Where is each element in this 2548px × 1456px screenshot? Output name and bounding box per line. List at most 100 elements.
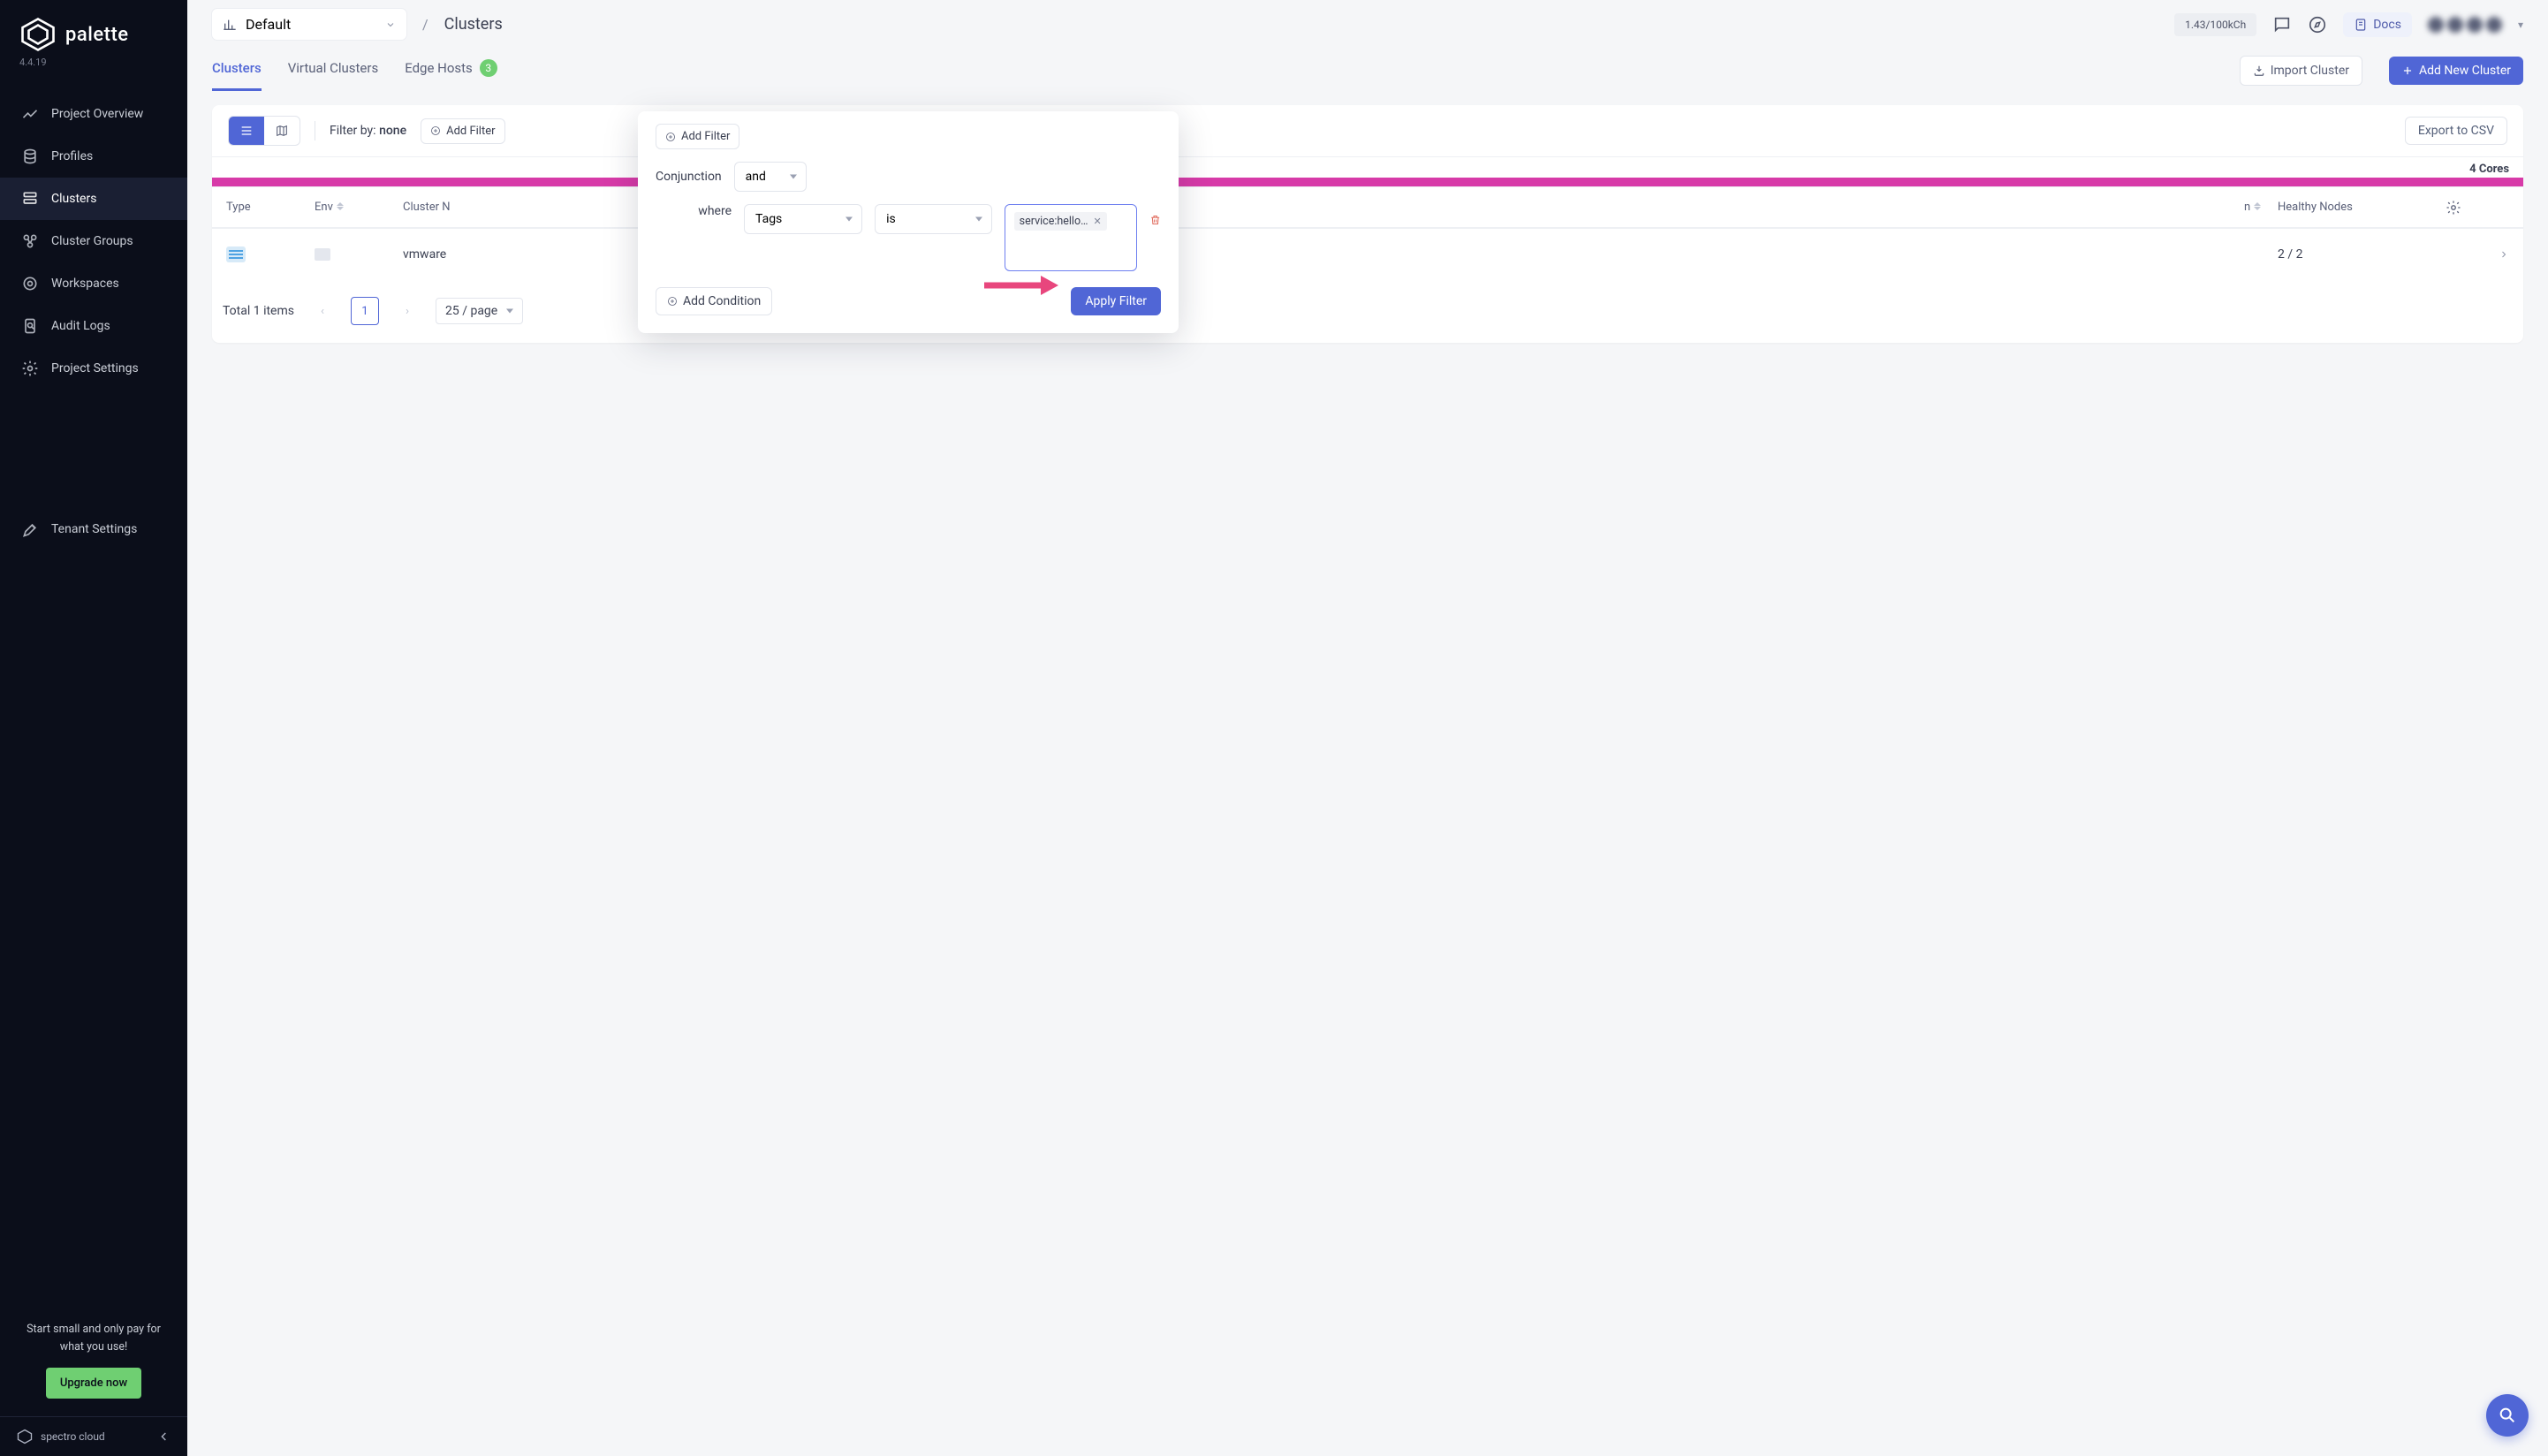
project-name: Default bbox=[246, 16, 291, 33]
tenant-settings-icon bbox=[21, 520, 39, 538]
sidebar-item-label: Project Settings bbox=[51, 361, 139, 375]
tab-clusters[interactable]: Clusters bbox=[212, 60, 262, 91]
add-condition-button[interactable]: Add Condition bbox=[656, 287, 772, 315]
sidebar-item-workspaces[interactable]: Workspaces bbox=[0, 262, 187, 305]
plus-circle-icon bbox=[667, 296, 678, 307]
cell-env bbox=[300, 248, 389, 261]
add-cluster-button[interactable]: Add New Cluster bbox=[2389, 57, 2523, 85]
export-csv-button[interactable]: Export to CSV bbox=[2405, 117, 2507, 145]
sidebar-item-label: Profiles bbox=[51, 149, 93, 163]
plus-icon bbox=[2401, 64, 2414, 77]
table-row[interactable]: vmware 2 / 2 bbox=[212, 228, 2523, 279]
edge-count-badge: 3 bbox=[480, 59, 497, 77]
sidebar-item-label: Project Overview bbox=[51, 107, 143, 121]
popover-add-filter-chip[interactable]: Add Filter bbox=[656, 124, 739, 149]
upgrade-button[interactable]: Upgrade now bbox=[46, 1368, 141, 1399]
footer-brand[interactable]: spectro cloud bbox=[16, 1428, 105, 1445]
filter-field-select[interactable]: Tags bbox=[744, 204, 862, 234]
logo[interactable]: palette bbox=[19, 16, 168, 53]
list-view-toggle[interactable] bbox=[229, 117, 264, 145]
tab-edge-hosts[interactable]: Edge Hosts 3 bbox=[405, 59, 497, 92]
avatar bbox=[2447, 17, 2463, 33]
avatar bbox=[2467, 17, 2483, 33]
logo-area: palette 4.4.19 bbox=[0, 0, 187, 72]
logo-text: palette bbox=[65, 24, 129, 46]
filter-operator-select[interactable]: is bbox=[875, 204, 991, 234]
apply-filter-button[interactable]: Apply Filter bbox=[1071, 287, 1161, 315]
import-cluster-button[interactable]: Import Cluster bbox=[2240, 56, 2362, 86]
project-selector[interactable]: Default bbox=[212, 9, 406, 40]
collapse-sidebar-icon[interactable] bbox=[157, 1429, 171, 1444]
add-filter-chip[interactable]: Add Filter bbox=[421, 118, 504, 144]
remove-tag-icon[interactable]: ✕ bbox=[1093, 216, 1101, 227]
version-text: 4.4.19 bbox=[19, 57, 168, 68]
page-size-select[interactable]: 25 / page bbox=[436, 298, 523, 324]
upgrade-box: Start small and only pay for what you us… bbox=[0, 1321, 187, 1416]
compass-icon[interactable] bbox=[2308, 15, 2327, 34]
col-type[interactable]: Type bbox=[212, 201, 300, 214]
docs-button[interactable]: Docs bbox=[2343, 12, 2412, 37]
filter-by-text: Filter by: bbox=[330, 124, 376, 138]
sidebar-item-tenant-settings[interactable]: Tenant Settings bbox=[0, 508, 187, 550]
sidebar: palette 4.4.19 Project Overview Profiles… bbox=[0, 0, 187, 1456]
sidebar-item-audit-logs[interactable]: Audit Logs bbox=[0, 305, 187, 347]
clusters-panel: Filter by: none Add Filter Export to CSV… bbox=[212, 105, 2523, 343]
pager-next[interactable]: › bbox=[393, 297, 421, 325]
user-avatars[interactable] bbox=[2428, 17, 2502, 33]
cores-value: 4 Cores bbox=[2469, 163, 2509, 176]
chart-icon bbox=[223, 18, 237, 32]
spectro-logo-icon bbox=[16, 1428, 34, 1445]
conjunction-row: Conjunction and bbox=[656, 162, 1161, 192]
chevron-down-icon[interactable]: ▾ bbox=[2518, 19, 2523, 31]
sidebar-item-project-overview[interactable]: Project Overview bbox=[0, 93, 187, 135]
col-label: Env bbox=[315, 201, 333, 214]
cell-type bbox=[212, 246, 300, 262]
sidebar-item-project-settings[interactable]: Project Settings bbox=[0, 347, 187, 390]
chevron-down-icon bbox=[385, 19, 396, 30]
button-label: Add New Cluster bbox=[2419, 64, 2511, 78]
breadcrumb-title: Clusters bbox=[444, 15, 503, 34]
col-hidden-n[interactable]: n bbox=[2230, 201, 2264, 214]
topbar: Default / Clusters 1.43/100kCh Docs ▾ bbox=[187, 0, 2548, 49]
avatar bbox=[2428, 17, 2444, 33]
cell-healthy-nodes: 2 / 2 bbox=[2264, 247, 2431, 262]
search-icon bbox=[2498, 1406, 2517, 1425]
filter-value-input[interactable]: service:hello… ✕ bbox=[1005, 204, 1137, 271]
filter-by-label: Filter by: none bbox=[330, 124, 406, 138]
tab-virtual-clusters[interactable]: Virtual Clusters bbox=[288, 60, 378, 91]
col-healthy-nodes[interactable]: Healthy Nodes bbox=[2264, 201, 2431, 214]
filter-tag-chip: service:hello… ✕ bbox=[1014, 212, 1107, 231]
col-env[interactable]: Env bbox=[300, 201, 389, 214]
col-settings[interactable] bbox=[2431, 200, 2484, 216]
chat-icon[interactable] bbox=[2272, 15, 2292, 34]
avatar bbox=[2486, 17, 2502, 33]
profiles-icon bbox=[21, 148, 39, 165]
filter-by-value: none bbox=[379, 124, 406, 138]
sidebar-item-cluster-groups[interactable]: Cluster Groups bbox=[0, 220, 187, 262]
delete-condition-icon[interactable] bbox=[1149, 213, 1161, 227]
pager-prev[interactable]: ‹ bbox=[308, 297, 337, 325]
upgrade-text: Start small and only pay for what you us… bbox=[14, 1321, 173, 1355]
map-view-toggle[interactable] bbox=[264, 117, 300, 145]
type-chip-icon bbox=[226, 246, 246, 262]
sort-icon bbox=[337, 202, 344, 213]
button-label: Import Cluster bbox=[2271, 64, 2349, 78]
where-label: where bbox=[656, 204, 732, 218]
sidebar-footer: spectro cloud bbox=[0, 1416, 187, 1456]
pager-page-1[interactable]: 1 bbox=[351, 297, 379, 325]
sidebar-item-clusters[interactable]: Clusters bbox=[0, 178, 187, 220]
pager-total: Total 1 items bbox=[223, 304, 294, 318]
popover-actions: Add Condition Apply Filter bbox=[656, 287, 1161, 315]
plus-circle-icon bbox=[430, 125, 441, 136]
conjunction-select[interactable]: and bbox=[734, 162, 807, 192]
sidebar-item-label: Workspaces bbox=[51, 277, 119, 291]
cluster-groups-icon bbox=[21, 232, 39, 250]
audit-logs-icon bbox=[21, 317, 39, 335]
import-icon bbox=[2253, 64, 2265, 77]
cell-expand[interactable] bbox=[2484, 249, 2523, 260]
gear-icon bbox=[2446, 200, 2461, 216]
help-fab[interactable] bbox=[2486, 1394, 2529, 1437]
vmware-env-icon bbox=[315, 248, 330, 261]
tab-label: Edge Hosts bbox=[405, 60, 473, 76]
sidebar-item-profiles[interactable]: Profiles bbox=[0, 135, 187, 178]
